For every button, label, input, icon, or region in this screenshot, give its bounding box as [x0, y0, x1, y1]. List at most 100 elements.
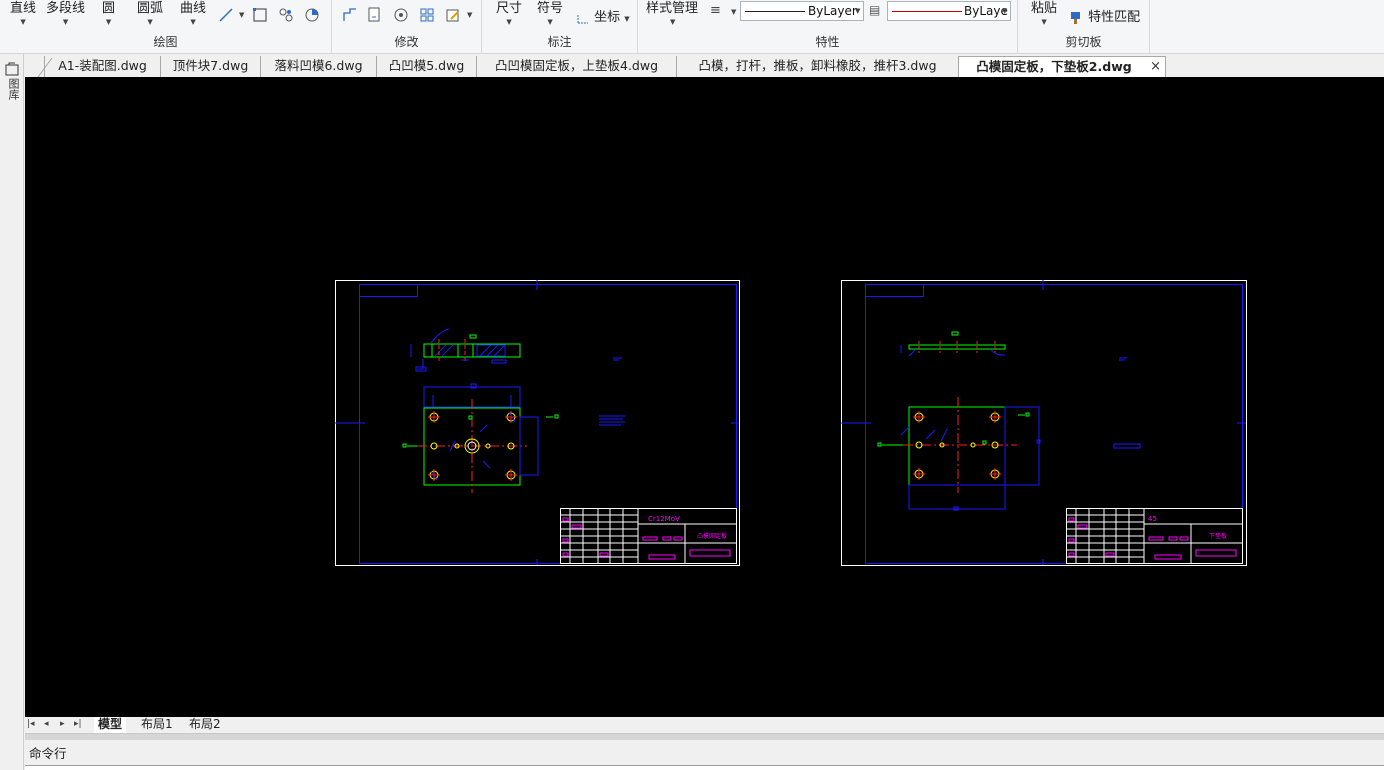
- dimension-button[interactable]: 尺寸 ▼: [496, 0, 522, 26]
- lineweight-preview: [892, 11, 962, 12]
- chevron-down-icon: ▼: [506, 18, 512, 26]
- line-button[interactable]: 直线 ▼: [10, 0, 36, 26]
- part-name-text: 下垫板: [1209, 532, 1227, 540]
- tab-layout1[interactable]: 布局1: [137, 717, 177, 733]
- style-manager-button[interactable]: 样式管理 ▼: [646, 0, 698, 26]
- polyline-button[interactable]: 多段线 ▼: [46, 0, 85, 26]
- tab-fixed-plate-upper[interactable]: 凸凹模固定板，上垫板4.dwg: [476, 56, 676, 77]
- linetype-select[interactable]: ByLayer ▼: [740, 1, 864, 21]
- chevron-down-icon: ▼: [1041, 18, 1047, 26]
- draw-group-label: 绘图: [153, 35, 178, 49]
- rotate-icon[interactable]: [393, 7, 409, 23]
- match-properties-icon: [1071, 11, 1080, 24]
- edit-icon[interactable]: [445, 7, 461, 23]
- sheet-border: [841, 280, 1247, 566]
- polyline-label: 多段线: [46, 1, 86, 16]
- arc-button[interactable]: 圆弧 ▼: [137, 0, 163, 26]
- symbol-button[interactable]: 符号 ▼: [537, 0, 563, 26]
- modify-group-label: 修改: [394, 35, 419, 49]
- curve-button[interactable]: 曲线 ▼: [180, 0, 206, 26]
- match-properties-label: 特性匹配: [1088, 10, 1141, 25]
- linetype-preview: [745, 11, 805, 12]
- hatch-icon[interactable]: [278, 7, 294, 23]
- tab-label: 凸模，打杆，推板，卸料橡胶，推杆3.dwg: [698, 58, 937, 73]
- tab-top-block[interactable]: 顶件块7.dwg: [160, 56, 260, 77]
- match-properties-button[interactable]: 特性匹配: [1070, 6, 1140, 25]
- tab-model[interactable]: 模型: [94, 717, 127, 733]
- layout-tab-bar: |◂ ◂ ▸ ▸| 模型 布局1 布局2: [25, 717, 1384, 734]
- ribbon: 直线 ▼ 多段线 ▼ 圆 ▼ 圆弧 ▼ 曲线 ▼ ▼ 绘图 ▼ 修改 尺寸 ▼ …: [0, 0, 1384, 54]
- rectangle-icon[interactable]: [252, 7, 268, 23]
- ribbon-group-clipboard: 粘贴 ▼ 特性匹配 剪切板: [1018, 0, 1150, 54]
- construction-line-icon[interactable]: [218, 7, 234, 23]
- tab-label: A1-装配图.dwg: [58, 58, 147, 73]
- close-icon[interactable]: ×: [1150, 57, 1161, 77]
- annotate-group-label: 标注: [547, 35, 572, 49]
- drawing-frame: [359, 284, 737, 564]
- array-icon[interactable]: [419, 7, 435, 23]
- arc-label: 圆弧: [137, 1, 164, 16]
- sheet-2: 45 下垫板: [841, 280, 1247, 566]
- technical-notes: [1113, 357, 1141, 449]
- chevron-down-icon[interactable]: ▼: [467, 11, 472, 19]
- clipboard-group-label: 剪切板: [1065, 35, 1102, 49]
- title-block: 45 下垫板: [1066, 508, 1243, 564]
- next-layout-button[interactable]: ▸: [60, 719, 65, 729]
- tab-punch-parts[interactable]: 凸模，打杆，推板，卸料橡胶，推杆3.dwg: [676, 56, 958, 77]
- properties-group-label: 特性: [815, 35, 840, 49]
- tab-label: 凸凹模5.dwg: [388, 58, 465, 73]
- plan-view: [402, 383, 559, 493]
- drawing-canvas[interactable]: Cr12MoV 凸模固定板 45 下垫板: [25, 77, 1384, 717]
- layer-list-icon[interactable]: ≡: [710, 3, 721, 18]
- previous-layout-button[interactable]: ◂: [44, 719, 49, 729]
- circle-button[interactable]: 圆 ▼: [102, 0, 115, 26]
- tab-label: 顶件块7.dwg: [172, 58, 249, 73]
- left-panel: 图库: [0, 54, 24, 770]
- circle-label: 圆: [102, 1, 116, 16]
- chevron-down-icon: ▼: [855, 7, 861, 15]
- chevron-down-icon: ▼: [20, 18, 26, 26]
- paste-button[interactable]: 粘贴 ▼: [1031, 0, 1057, 26]
- style-manager-label: 样式管理: [646, 1, 699, 16]
- lineweight-select[interactable]: ByLaye ▼: [887, 1, 1011, 21]
- chevron-down-icon[interactable]: ▼: [731, 8, 736, 16]
- region-icon[interactable]: [304, 7, 320, 23]
- tab-label: 凸模固定板，下垫板2.dwg: [976, 59, 1132, 74]
- chevron-down-icon: ▼: [190, 18, 196, 26]
- offset-icon[interactable]: [342, 7, 358, 23]
- library-icon[interactable]: [5, 62, 19, 76]
- chevron-down-icon[interactable]: ▼: [239, 11, 244, 19]
- copy-icon[interactable]: [366, 7, 382, 23]
- last-layout-button[interactable]: ▸|: [74, 719, 82, 729]
- first-layout-button[interactable]: |◂: [27, 719, 35, 729]
- tab-a1-assembly[interactable]: A1-装配图.dwg: [44, 56, 160, 77]
- library-tab[interactable]: 图库: [5, 78, 21, 100]
- section-view: [900, 331, 1006, 357]
- command-line-label: 命令行: [29, 746, 67, 761]
- line-label: 直线: [10, 1, 37, 16]
- tab-fixed-plate-lower[interactable]: 凸模固定板，下垫板2.dwg ×: [958, 56, 1166, 77]
- tab-blanking-die[interactable]: 落料凹模6.dwg: [260, 56, 376, 77]
- curve-label: 曲线: [180, 1, 207, 16]
- coordinate-icon: [577, 13, 588, 23]
- command-input[interactable]: [25, 765, 1384, 770]
- tab-layout2[interactable]: 布局2: [185, 717, 225, 733]
- chevron-down-icon: ▼: [624, 15, 630, 23]
- chevron-down-icon: ▼: [547, 18, 553, 26]
- title-block: Cr12MoV 凸模固定板: [560, 508, 737, 564]
- material-text: Cr12MoV: [648, 515, 680, 523]
- linetype-value: ByLayer: [808, 4, 857, 18]
- tab-punch-die[interactable]: 凸凹模5.dwg: [376, 56, 476, 77]
- chevron-down-icon: ▼: [1002, 7, 1008, 15]
- tab-label: 凸凹模固定板，上垫板4.dwg: [494, 58, 659, 73]
- coordinate-button[interactable]: 坐标 ▼: [576, 6, 630, 25]
- chevron-down-icon: ▼: [62, 18, 69, 26]
- ribbon-group-modify: ▼ 修改: [332, 0, 482, 54]
- chevron-down-icon: ▼: [105, 18, 112, 26]
- ribbon-group-draw: 直线 ▼ 多段线 ▼ 圆 ▼ 圆弧 ▼ 曲线 ▼ ▼ 绘图: [0, 0, 332, 54]
- command-bar: 命令行: [25, 740, 1384, 770]
- coordinate-label: 坐标: [594, 10, 621, 25]
- drawing-frame: [865, 284, 1243, 564]
- drawing-svg: Cr12MoV 凸模固定板 45 下垫板: [335, 280, 1247, 566]
- symbol-label: 符号: [537, 1, 564, 16]
